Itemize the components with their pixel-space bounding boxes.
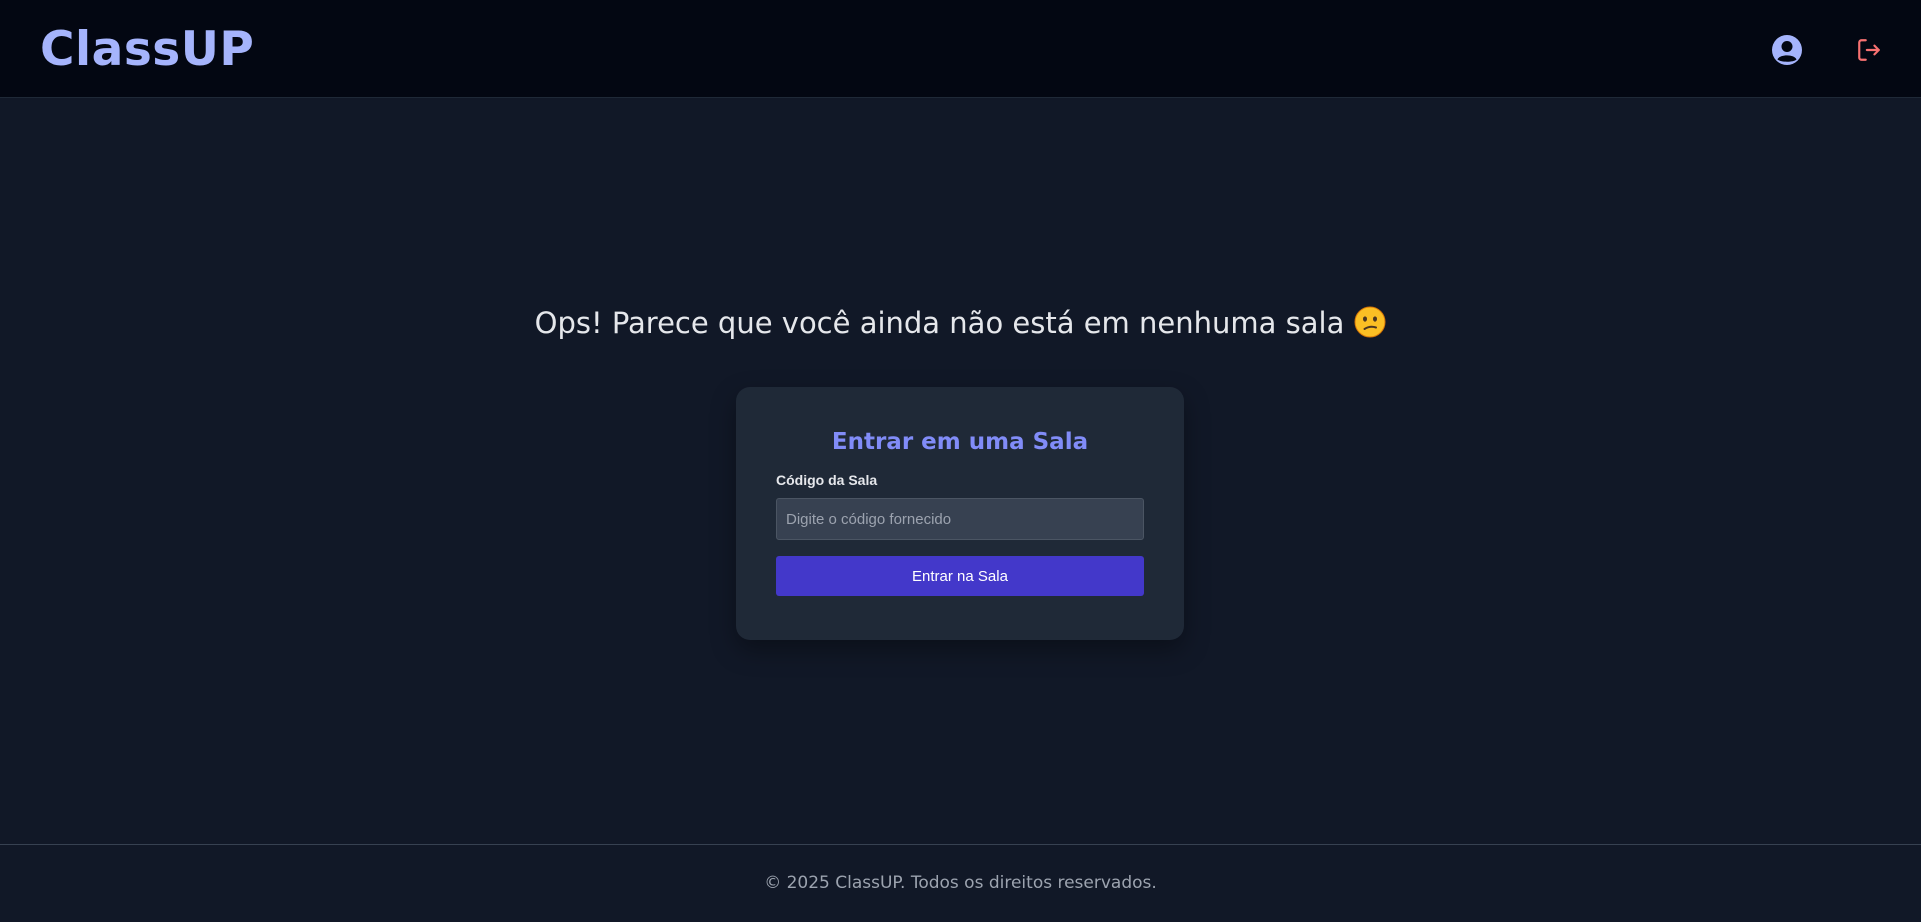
top-navbar: ClassUP — [0, 0, 1921, 98]
footer: © 2025 ClassUP. Todos os direitos reserv… — [0, 844, 1921, 922]
logout-button[interactable] — [1851, 32, 1887, 68]
logout-icon — [1858, 39, 1880, 61]
main-content: Ops! Parece que você ainda não está em n… — [0, 98, 1921, 844]
app-page: ClassUP Ops! Parece que você ainda não e… — [0, 0, 1921, 922]
join-room-button[interactable]: Entrar na Sala — [776, 556, 1144, 596]
room-code-label: Código da Sala — [776, 472, 878, 488]
empty-state-text: Ops! Parece que você ainda não está em n… — [534, 306, 1345, 340]
join-room-title: Entrar em uma Sala — [831, 429, 1089, 455]
user-circle-icon — [1772, 35, 1802, 65]
copyright-text: © 2025 ClassUP. Todos os direitos reserv… — [764, 873, 1157, 893]
app-logo[interactable]: ClassUP — [40, 22, 254, 78]
header-actions — [1769, 32, 1887, 68]
join-room-card: Entrar em uma Sala Código da Sala Entrar… — [736, 387, 1184, 640]
confused-face-icon — [1354, 306, 1386, 348]
profile-button[interactable] — [1769, 32, 1805, 68]
room-code-input[interactable] — [776, 498, 1144, 540]
empty-state-message: Ops! Parece que você ainda não está em n… — [0, 303, 1921, 348]
